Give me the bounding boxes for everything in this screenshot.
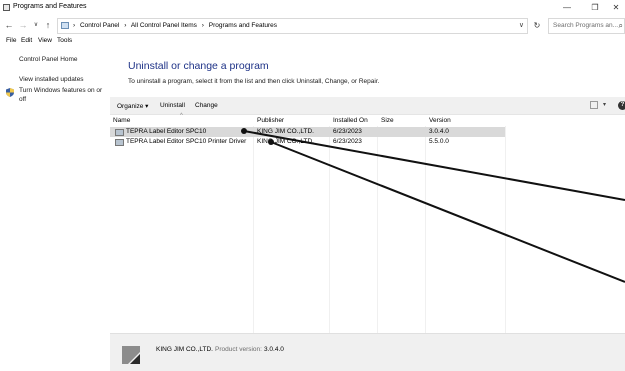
breadcrumb-all-items[interactable]: All Control Panel Items: [131, 22, 197, 29]
help-icon[interactable]: ?: [618, 101, 625, 110]
menu-view[interactable]: View: [38, 37, 52, 44]
program-publisher: KING JIM CO.,LTD.: [257, 138, 314, 145]
table-row[interactable]: TEPRA Label Editor SPC10 Printer Driver …: [110, 137, 505, 147]
breadcrumb-separator: ›: [124, 22, 127, 29]
page-title: Uninstall or change a program: [128, 60, 269, 72]
close-button[interactable]: ✕: [609, 2, 623, 14]
minimize-button[interactable]: —: [560, 2, 574, 14]
program-installed-on: 6/23/2023: [333, 128, 362, 135]
left-pane: Control Panel Home View installed update…: [0, 48, 110, 371]
column-headers: ^ Name Publisher Installed On Size Versi…: [110, 113, 625, 126]
title-bar: Programs and Features — ❐ ✕: [0, 0, 625, 16]
column-version[interactable]: Version: [429, 117, 451, 124]
program-icon: [115, 129, 124, 136]
menu-bar: File Edit View Tools: [0, 37, 625, 47]
address-row: ← → ∨ ↑ › Control Panel › All Control Pa…: [0, 17, 625, 35]
breadcrumb-separator: ›: [201, 22, 204, 29]
main-content: Uninstall or change a program To uninsta…: [110, 48, 625, 371]
window-title: Programs and Features: [13, 3, 87, 10]
view-installed-updates-link[interactable]: View installed updates: [19, 76, 84, 83]
details-company: KING JIM CO.,LTD.: [156, 346, 213, 353]
program-name: TEPRA Label Editor SPC10 Printer Driver: [126, 138, 247, 145]
control-panel-icon: [3, 4, 10, 11]
address-bar[interactable]: › Control Panel › All Control Panel Item…: [57, 18, 528, 34]
windows-features-link[interactable]: Turn Windows features on or: [19, 87, 102, 94]
search-icon[interactable]: ⌕: [619, 21, 623, 31]
program-large-icon: [120, 342, 143, 368]
organize-button[interactable]: Organize ▾: [117, 102, 148, 110]
program-version: 3.0.4.0: [429, 128, 449, 135]
table-row[interactable]: TEPRA Label Editor SPC10 KING JIM CO.,LT…: [110, 127, 505, 137]
control-panel-home-link[interactable]: Control Panel Home: [19, 56, 78, 63]
details-product-version-label: Product version:: [215, 346, 262, 353]
breadcrumb-separator: ›: [73, 22, 76, 29]
menu-edit[interactable]: Edit: [21, 37, 32, 44]
program-version: 5.5.0.0: [429, 138, 449, 145]
breadcrumb-programs-features[interactable]: Programs and Features: [209, 22, 277, 29]
recent-locations-chevron-icon[interactable]: ∨: [30, 19, 42, 32]
program-icon: [115, 139, 124, 146]
control-panel-icon: [61, 22, 69, 29]
program-name: TEPRA Label Editor SPC10: [126, 128, 207, 135]
menu-tools[interactable]: Tools: [57, 37, 72, 44]
search-input[interactable]: Search Programs an... ⌕: [548, 18, 625, 34]
change-button[interactable]: Change: [195, 102, 218, 109]
program-installed-on: 6/23/2023: [333, 138, 362, 145]
column-publisher[interactable]: Publisher: [257, 117, 284, 124]
column-size[interactable]: Size: [381, 117, 394, 124]
breadcrumb[interactable]: › Control Panel › All Control Panel Item…: [73, 22, 280, 29]
refresh-icon[interactable]: ↻: [531, 19, 543, 32]
sort-caret-icon: ^: [180, 113, 183, 119]
windows-features-link-wrap[interactable]: off: [19, 96, 26, 103]
view-dropdown-icon[interactable]: ▾: [603, 101, 606, 108]
shield-icon: [6, 88, 14, 97]
details-pane: KING JIM CO.,LTD. Product version: 3.0.4…: [110, 333, 625, 371]
back-arrow-icon[interactable]: ←: [3, 19, 15, 32]
maximize-button[interactable]: ❐: [588, 2, 602, 14]
search-placeholder: Search Programs an...: [553, 22, 619, 29]
forward-arrow-icon[interactable]: →: [17, 19, 29, 32]
column-name[interactable]: Name: [113, 117, 130, 124]
program-publisher: KING JIM CO.,LTD.: [257, 128, 314, 135]
menu-file[interactable]: File: [6, 37, 16, 44]
breadcrumb-control-panel[interactable]: Control Panel: [80, 22, 119, 29]
up-arrow-icon[interactable]: ↑: [42, 19, 54, 32]
command-toolbar: Organize ▾ Uninstall Change ▾ ?: [110, 97, 625, 115]
column-installed-on[interactable]: Installed On: [333, 117, 368, 124]
view-options-icon[interactable]: [590, 101, 598, 109]
details-product-version: 3.0.4.0: [264, 346, 284, 353]
address-dropdown-icon[interactable]: ∨: [519, 21, 524, 29]
page-instructions: To uninstall a program, select it from t…: [128, 78, 380, 85]
uninstall-button[interactable]: Uninstall: [160, 102, 185, 109]
